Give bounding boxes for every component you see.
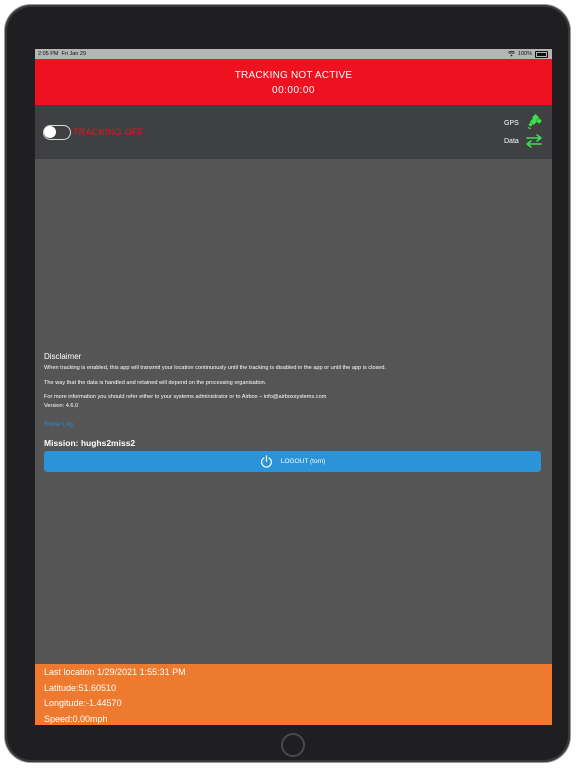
speed-value: Speed:0.00mph <box>44 714 108 724</box>
logout-button[interactable]: LOGOUT (tom) <box>44 451 541 472</box>
disclaimer-paragraph-3: For more information you should refer ei… <box>44 394 327 400</box>
battery-percent: 100% <box>517 51 532 57</box>
disclaimer-title: Disclaimer <box>44 352 82 361</box>
tracking-status-text: TRACKING NOT ACTIVE <box>234 70 353 81</box>
data-transfer-icon <box>526 134 542 148</box>
longitude-value: Longitude:-1.44570 <box>44 698 122 708</box>
status-time-date: 2:05 PM Fri Jan 29 <box>38 49 86 59</box>
toggle-knob <box>44 126 56 138</box>
data-label: Data <box>504 138 519 145</box>
app-screen: 2:05 PM Fri Jan 29 100% TRACKING NOT ACT… <box>35 49 552 725</box>
tracking-state-label: TRACKING OFF <box>73 127 144 137</box>
app-version: Version: 4.6.0 <box>44 403 79 409</box>
status-time: 2:05 PM <box>38 51 59 57</box>
ipad-frame: 2:05 PM Fri Jan 29 100% TRACKING NOT ACT… <box>5 5 570 762</box>
home-button[interactable] <box>281 733 305 757</box>
status-right: 100% <box>507 49 548 59</box>
mission-label: Mission: hughs2miss2 <box>44 438 136 448</box>
last-location-time: Last location 1/29/2021 1:55:31 PM <box>44 667 186 677</box>
gps-label: GPS <box>504 120 519 127</box>
tracking-timer: 00:00:00 <box>272 85 315 96</box>
wifi-icon <box>507 51 515 57</box>
status-date: Fri Jan 29 <box>61 51 87 57</box>
tracking-status-banner: TRACKING NOT ACTIVE 00:00:00 <box>35 59 552 105</box>
power-icon <box>260 455 272 468</box>
latitude-value: Latitude:51.60510 <box>44 683 117 693</box>
battery-icon <box>535 50 548 58</box>
last-location-panel: Last location 1/29/2021 1:55:31 PM Latit… <box>35 664 552 725</box>
status-bar: 2:05 PM Fri Jan 29 100% <box>35 49 552 59</box>
satellite-icon <box>527 114 542 129</box>
tracking-toggle[interactable] <box>43 125 71 140</box>
disclaimer-paragraph-2: The way that the data is handled and ret… <box>44 380 267 386</box>
show-log-link[interactable]: Show Log <box>44 421 73 428</box>
logout-label: LOGOUT (tom) <box>280 458 326 465</box>
disclaimer-paragraph-1: When tracking is enabled, this app will … <box>44 365 387 371</box>
